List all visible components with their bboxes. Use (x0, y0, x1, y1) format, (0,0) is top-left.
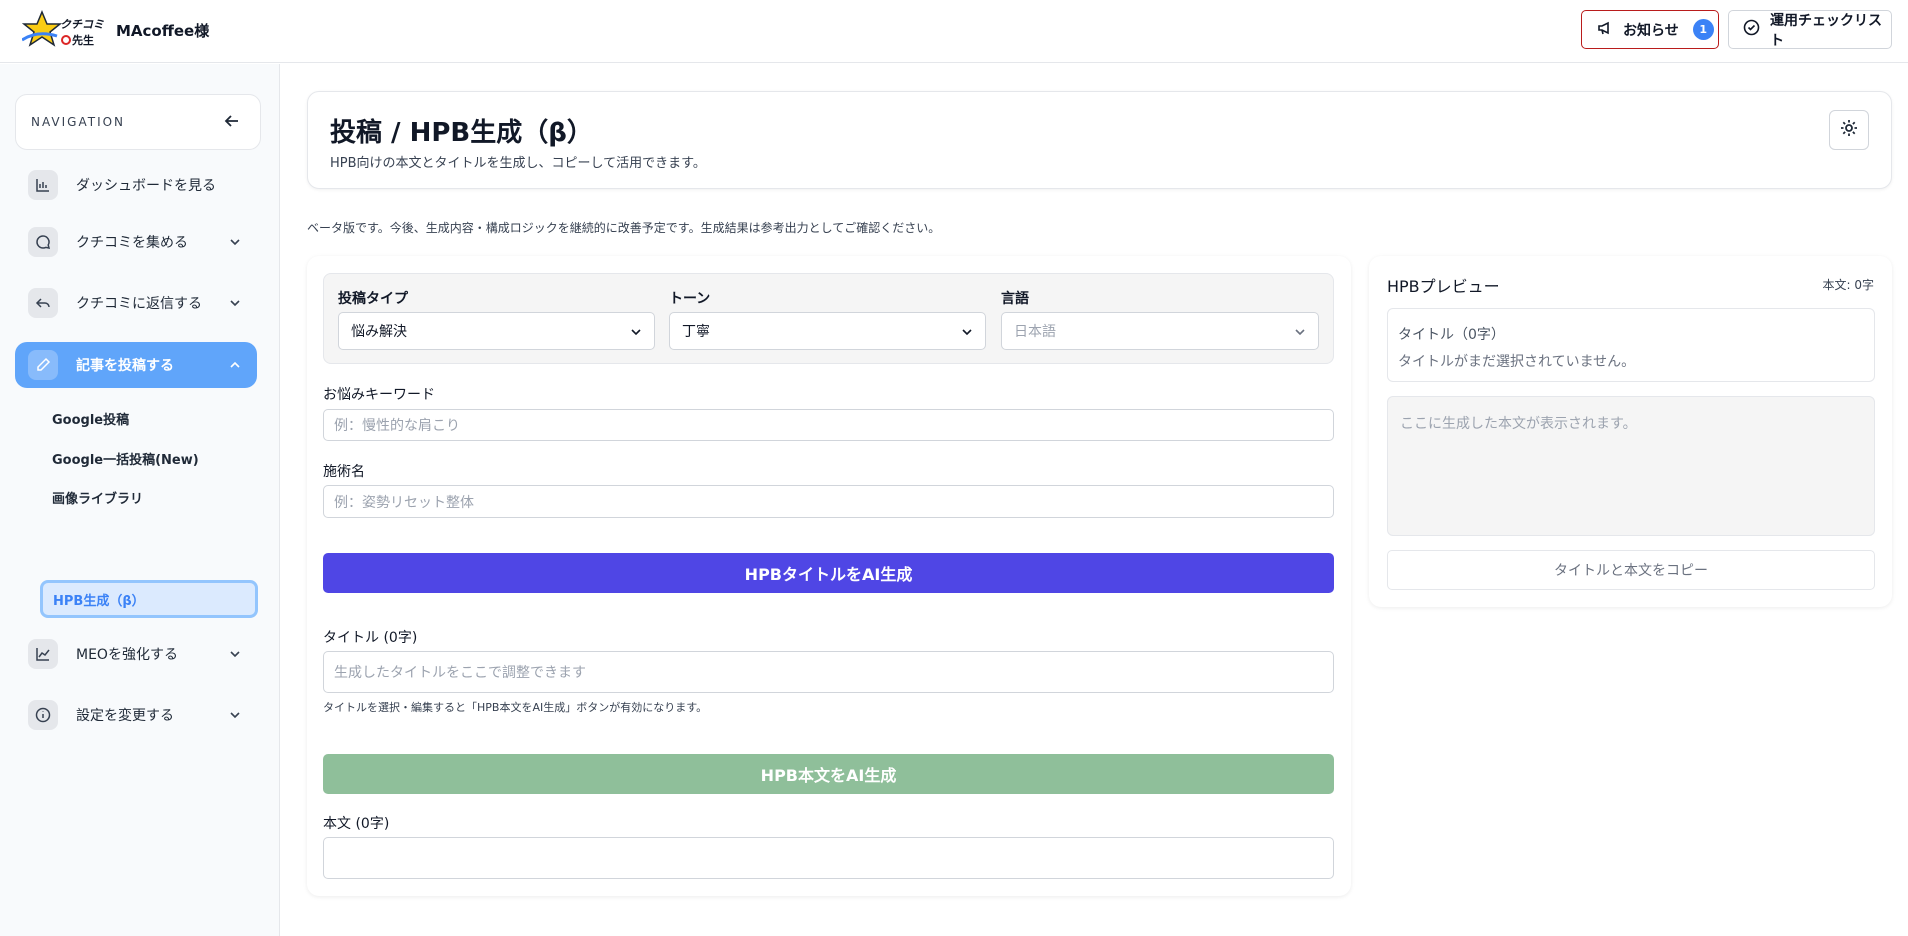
tone-label: トーン (669, 291, 711, 307)
preview-title-box: タイトル（0字） タイトルがまだ選択されていません。 (1387, 308, 1875, 382)
sidebar-item-label: 設定を変更する (76, 708, 174, 724)
preview-title-label: タイトル（0字） (1398, 327, 1505, 343)
trend-line-icon (28, 639, 58, 669)
keyword-input[interactable]: 例：慢性的な肩こり (323, 409, 1334, 441)
sidebar-item-label: 記事を投稿する (76, 358, 174, 374)
options-panel: 投稿タイプ 悩み解決 トーン 丁寧 言語 日本語 (323, 273, 1334, 364)
tone-value: 丁寧 (682, 324, 710, 340)
subitem-google-post[interactable]: Google投稿 (52, 409, 129, 428)
notice-button[interactable]: お知らせ 1 (1581, 10, 1719, 49)
title-help-text: タイトルを選択・編集すると「HPB本文をAI生成」ボタンが有効になります。 (323, 701, 708, 714)
treatment-label: 施術名 (323, 464, 365, 480)
chevron-down-icon (959, 324, 975, 340)
chevron-down-icon (227, 234, 243, 250)
language-select[interactable]: 日本語 (1001, 312, 1319, 350)
sidebar-item-post-articles[interactable]: 記事を投稿する (15, 342, 257, 388)
svg-text:クチコミ: クチコミ (60, 18, 105, 31)
sidebar-item-collect-reviews[interactable]: クチコミを集める (15, 219, 257, 265)
reply-arrow-icon (28, 288, 58, 318)
sidebar-item-dashboard[interactable]: ダッシュボードを見る (15, 162, 257, 208)
sidebar-item-settings[interactable]: 設定を変更する (15, 692, 257, 738)
generate-title-button[interactable]: HPBタイトルをAI生成 (323, 553, 1334, 593)
generate-body-button[interactable]: HPB本文をAI生成 (323, 754, 1334, 794)
hpb-preview-card: HPBプレビュー 本文: 0字 タイトル（0字） タイトルがまだ選択されていませ… (1369, 256, 1892, 607)
bar-chart-icon (28, 170, 58, 200)
body-field-label: 本文 (0字) (323, 816, 390, 832)
post-type-value: 悩み解決 (351, 324, 407, 340)
app-logo[interactable]: クチコミ 先生 (21, 10, 108, 50)
collapse-arrow-icon[interactable] (222, 111, 242, 131)
nav-heading: NAVIGATION (31, 115, 126, 129)
settings-button[interactable] (1829, 110, 1869, 150)
info-circle-icon (28, 700, 58, 730)
body-textarea[interactable] (323, 837, 1334, 879)
chevron-down-icon (628, 324, 644, 340)
gear-icon (1839, 118, 1859, 142)
sidebar-item-reply-reviews[interactable]: クチコミに返信する (15, 280, 257, 326)
title-input[interactable]: 生成したタイトルをここで調整できます (323, 651, 1334, 693)
notice-count-badge: 1 (1692, 19, 1714, 40)
generation-form: 投稿タイプ 悩み解決 トーン 丁寧 言語 日本語 お悩みキーワード 例：慢性的な… (307, 256, 1351, 896)
svg-text:先生: 先生 (72, 33, 94, 47)
preview-title-empty: タイトルがまだ選択されていません。 (1398, 354, 1636, 370)
nav-header: NAVIGATION (15, 94, 261, 150)
sidebar-item-label: ダッシュボードを見る (76, 178, 216, 194)
subitem-hpb-generate[interactable]: HPB生成（β） (40, 580, 258, 618)
checklist-label: 運用チェックリスト (1770, 12, 1882, 49)
post-type-select[interactable]: 悩み解決 (338, 312, 655, 350)
page-title: 投稿 / HPB生成（β） (330, 118, 593, 148)
sidebar: NAVIGATION ダッシュボードを見る クチコミを集める クチコミに返信する (0, 64, 280, 936)
preview-heading: HPBプレビュー (1387, 277, 1500, 296)
preview-body-count: 本文: 0字 (1822, 278, 1875, 292)
preview-body: ここに生成した本文が表示されます。 (1387, 396, 1875, 536)
page-subtitle: HPB向けの本文とタイトルを生成し、コピーして活用できます。 (330, 156, 706, 171)
checklist-button[interactable]: 運用チェックリスト (1728, 10, 1892, 49)
sidebar-item-label: MEOを強化する (76, 647, 178, 663)
language-label: 言語 (1001, 291, 1029, 307)
sidebar-item-label: クチコミに返信する (76, 296, 202, 312)
tone-select[interactable]: 丁寧 (669, 312, 986, 350)
language-value: 日本語 (1014, 324, 1056, 340)
pencil-icon (28, 350, 58, 380)
post-type-label: 投稿タイプ (338, 291, 408, 307)
chevron-down-icon (227, 646, 243, 662)
sidebar-item-label: クチコミを集める (76, 235, 188, 251)
page-header-card: 投稿 / HPB生成（β） HPB向けの本文とタイトルを生成し、コピーして活用で… (307, 91, 1892, 189)
top-header: クチコミ 先生 MAcoffee様 お知らせ 1 運用チェックリスト (0, 0, 1908, 63)
beta-notice: ベータ版です。今後、生成内容・構成ロジックを継続的に改善予定です。生成結果は参考… (307, 221, 941, 235)
chevron-down-icon (1292, 324, 1308, 340)
chevron-down-icon (227, 707, 243, 723)
keyword-label: お悩みキーワード (323, 387, 435, 403)
sidebar-item-meo[interactable]: MEOを強化する (15, 631, 257, 677)
store-name: MAcoffee様 (116, 22, 210, 40)
megaphone-icon (1597, 20, 1613, 40)
treatment-input[interactable]: 例：姿勢リセット整体 (323, 485, 1334, 518)
chevron-up-icon (227, 357, 243, 373)
subitem-image-library[interactable]: 画像ライブラリ (52, 488, 143, 507)
check-circle-icon (1743, 19, 1760, 40)
subitem-google-bulk-post[interactable]: Google一括投稿(New) (52, 449, 199, 468)
notice-label: お知らせ (1623, 22, 1679, 39)
title-field-label: タイトル (0字) (323, 630, 418, 646)
chevron-down-icon (227, 295, 243, 311)
copy-button[interactable]: タイトルと本文をコピー (1387, 550, 1875, 590)
chat-bubble-icon (28, 227, 58, 257)
